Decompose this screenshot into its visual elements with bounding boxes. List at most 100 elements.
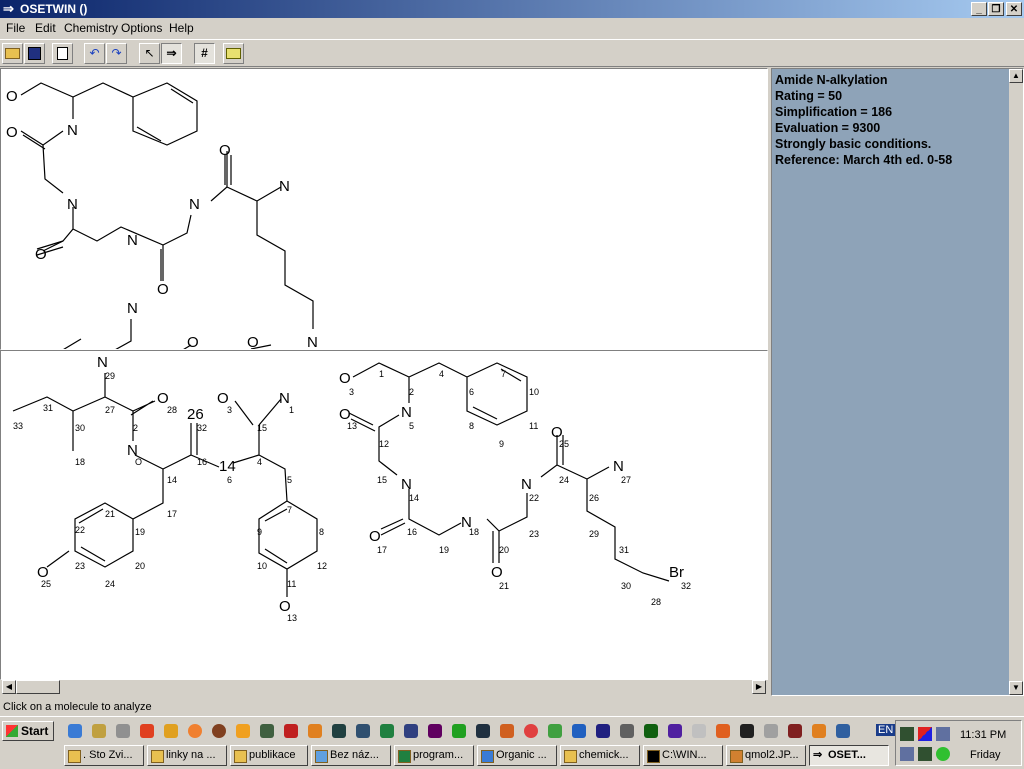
atom-number: 8 <box>469 421 474 431</box>
task-button[interactable]: Bez náz... <box>311 745 391 766</box>
quicklaunch-icon[interactable] <box>188 724 202 738</box>
bottom-molecule-pane[interactable]: N O O N 26 N 14 O O O N O O N N N O N O … <box>0 350 768 680</box>
tray-icon[interactable] <box>936 747 950 761</box>
quicklaunch-icon[interactable] <box>836 724 850 738</box>
title-bar: ⇒ OSETWIN () _ ❐ ✕ <box>0 0 1024 18</box>
language-indicator[interactable]: EN <box>876 724 896 736</box>
quicklaunch-icon[interactable] <box>332 724 346 738</box>
quicklaunch-icon[interactable] <box>596 724 610 738</box>
info-evaluation: Evaluation = 9300 <box>775 121 881 135</box>
scroll-down-button[interactable]: ▼ <box>1009 681 1023 695</box>
document-icon <box>68 750 81 763</box>
atom-number: 23 <box>529 529 539 539</box>
ie-icon[interactable] <box>68 724 82 738</box>
quicklaunch-icon[interactable] <box>428 724 442 738</box>
task-button[interactable]: . Sto Zvi... <box>64 745 144 766</box>
quicklaunch-icon[interactable] <box>716 724 730 738</box>
restore-button[interactable]: ❐ <box>988 2 1004 16</box>
atom-number: 29 <box>589 529 599 539</box>
menu-help[interactable]: Help <box>169 21 194 35</box>
redo-icon[interactable]: ↷ <box>106 43 127 64</box>
undo-icon[interactable]: ↶ <box>84 43 105 64</box>
atom-number: 24 <box>559 475 569 485</box>
tray-icon[interactable] <box>900 747 914 761</box>
atom-number: 12 <box>379 439 389 449</box>
quicklaunch-icon[interactable] <box>692 724 706 738</box>
atom-number: 33 <box>13 421 23 431</box>
quicklaunch-icon[interactable] <box>524 724 538 738</box>
quicklaunch-icon[interactable] <box>140 724 154 738</box>
quicklaunch-icon[interactable] <box>812 724 826 738</box>
task-button[interactable]: linky na ... <box>147 745 227 766</box>
tray-icon[interactable] <box>918 747 932 761</box>
close-button[interactable]: ✕ <box>1006 2 1022 16</box>
quicklaunch-icon[interactable] <box>500 724 514 738</box>
menu-options[interactable]: Options <box>121 21 162 35</box>
menu-edit[interactable]: Edit <box>35 21 56 35</box>
export-icon[interactable] <box>223 43 244 64</box>
menu-chemistry[interactable]: Chemistry <box>64 21 118 35</box>
grid-icon[interactable]: # <box>194 43 215 64</box>
quicklaunch-icon[interactable] <box>404 724 418 738</box>
atom-number: 8 <box>319 527 324 537</box>
task-button[interactable]: qmol2.JP... <box>726 745 806 766</box>
tray-icon[interactable] <box>918 727 932 741</box>
start-label: Start <box>21 724 49 738</box>
quicklaunch-icon[interactable] <box>116 724 130 738</box>
horizontal-scrollbar[interactable]: ◀ ▶ <box>2 680 766 694</box>
system-tray: 11:31 PM Friday <box>895 720 1022 766</box>
select-arrow-icon[interactable]: ↖ <box>139 43 160 64</box>
save-icon[interactable] <box>24 43 45 64</box>
forward-arrow-icon[interactable]: ⇒ <box>161 43 182 64</box>
quicklaunch-icon[interactable] <box>548 724 562 738</box>
status-text: Click on a molecule to analyze <box>3 701 152 713</box>
task-button[interactable]: chemick... <box>560 745 640 766</box>
quicklaunch-icon[interactable] <box>668 724 682 738</box>
quicklaunch-icon[interactable] <box>764 724 778 738</box>
info-reaction-name: Amide N-alkylation <box>775 73 888 87</box>
scroll-left-button[interactable]: ◀ <box>2 680 16 694</box>
copy-icon[interactable] <box>52 43 73 64</box>
atom-number: 16 <box>197 457 207 467</box>
start-button[interactable]: Start <box>2 721 54 741</box>
open-icon[interactable] <box>2 43 23 64</box>
quicklaunch-icon[interactable] <box>476 724 490 738</box>
scroll-up-button[interactable]: ▲ <box>1009 69 1023 83</box>
quicklaunch-icon[interactable] <box>572 724 586 738</box>
quicklaunch-icon[interactable] <box>260 724 274 738</box>
vlc-icon[interactable] <box>236 724 250 738</box>
quicklaunch-icon[interactable] <box>284 724 298 738</box>
atom-number: 20 <box>135 561 145 571</box>
menu-file[interactable]: File <box>6 21 25 35</box>
window-title: OSETWIN () <box>20 2 88 16</box>
quicklaunch-icon[interactable] <box>356 724 370 738</box>
minimize-button[interactable]: _ <box>971 2 987 16</box>
quicklaunch-icon[interactable] <box>164 724 178 738</box>
quicklaunch-icon[interactable] <box>380 724 394 738</box>
top-molecule-pane[interactable]: O O N O N N N O O N N O O N <box>0 68 768 350</box>
quicklaunch-icon[interactable] <box>644 724 658 738</box>
quicklaunch-icon[interactable] <box>740 724 754 738</box>
quicklaunch-icon[interactable] <box>452 724 466 738</box>
horizontal-scroll-thumb[interactable] <box>16 680 60 694</box>
quicklaunch-icon[interactable] <box>212 724 226 738</box>
clock[interactable]: 11:31 PM <box>960 729 1006 741</box>
tray-icon[interactable] <box>936 727 950 741</box>
task-button[interactable]: program... <box>394 745 474 766</box>
scroll-right-button[interactable]: ▶ <box>752 680 766 694</box>
quicklaunch-icon[interactable] <box>788 724 802 738</box>
task-button-active[interactable]: ⇒ OSET... <box>809 745 889 766</box>
info-vertical-scrollbar[interactable]: ▲ ▼ <box>1009 69 1023 695</box>
task-button[interactable]: Organic ... <box>477 745 557 766</box>
browser-icon <box>481 750 494 763</box>
quicklaunch-icon[interactable] <box>620 724 634 738</box>
tray-icon[interactable] <box>900 727 914 741</box>
top-atom-label: N <box>279 178 290 195</box>
atom-number: 1 <box>289 405 294 415</box>
task-button[interactable]: publikace <box>230 745 308 766</box>
task-button[interactable]: C:\WIN... <box>643 745 723 766</box>
day-label: Friday <box>970 749 1001 761</box>
quicklaunch-icon[interactable] <box>92 724 106 738</box>
top-atom-label: O <box>219 142 231 159</box>
quicklaunch-icon[interactable] <box>308 724 322 738</box>
